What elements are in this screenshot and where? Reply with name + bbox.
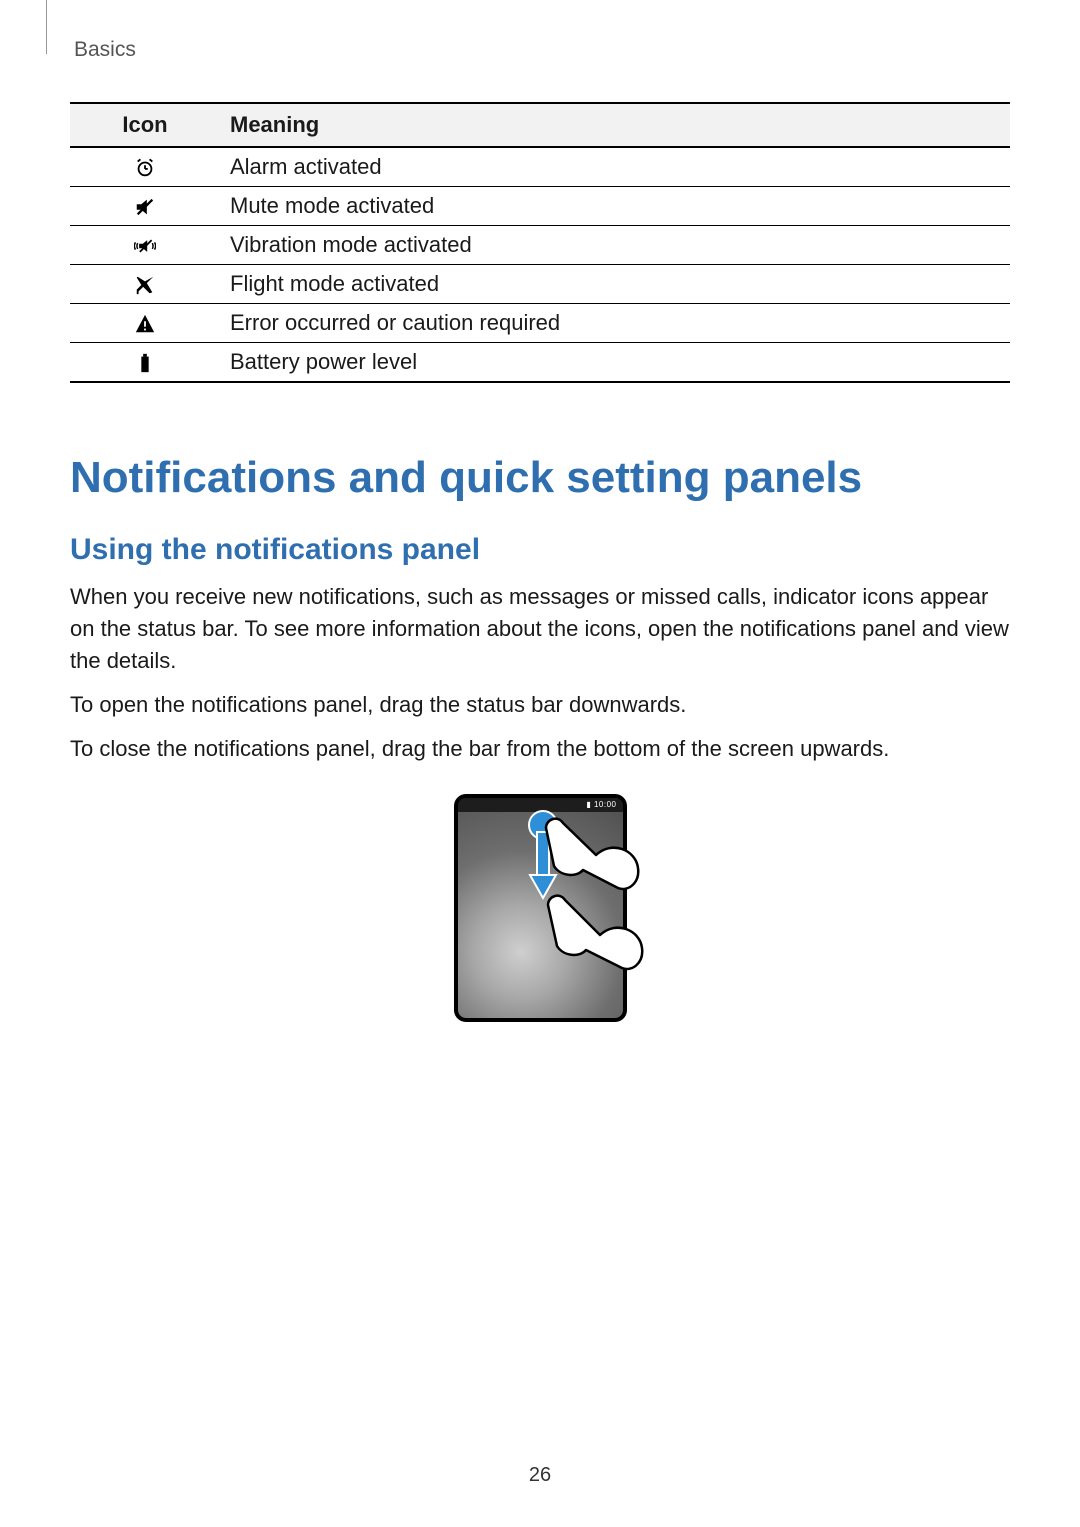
table-cell-meaning: Alarm activated [220,147,1010,187]
alarm-icon [70,147,220,187]
table-row: Flight mode activated [70,265,1010,304]
table-cell-meaning: Flight mode activated [220,265,1010,304]
paragraph: When you receive new notifications, such… [70,581,1010,677]
header-rule [46,0,47,54]
device-illustration [454,794,627,1022]
page-number: 26 [0,1464,1080,1487]
heading-sub: Using the notifications panel [70,533,1010,567]
table-row: Mute mode activated [70,187,1010,226]
flight-icon [70,265,220,304]
manual-page: Basics Icon Meaning Alarm activated Mute… [0,0,1080,1527]
section-label: Basics [74,38,1010,62]
heading-main: Notifications and quick setting panels [70,453,1010,503]
table-row: Error occurred or caution required [70,304,1010,343]
vibration-icon [70,226,220,265]
error-icon [70,304,220,343]
table-header-meaning: Meaning [220,103,1010,147]
table-cell-meaning: Mute mode activated [220,187,1010,226]
table-row: Alarm activated [70,147,1010,187]
table-cell-meaning: Battery power level [220,343,1010,383]
icon-meaning-table: Icon Meaning Alarm activated Mute mode a… [70,102,1010,383]
table-row: Battery power level [70,343,1010,383]
battery-icon [70,343,220,383]
table-cell-meaning: Error occurred or caution required [220,304,1010,343]
table-cell-meaning: Vibration mode activated [220,226,1010,265]
gesture-figure [70,794,1010,1022]
table-row: Vibration mode activated [70,226,1010,265]
paragraph: To close the notifications panel, drag t… [70,733,1010,765]
mute-icon [70,187,220,226]
table-header-icon: Icon [70,103,220,147]
swipe-down-arrow-icon [528,810,648,1020]
paragraph: To open the notifications panel, drag th… [70,689,1010,721]
